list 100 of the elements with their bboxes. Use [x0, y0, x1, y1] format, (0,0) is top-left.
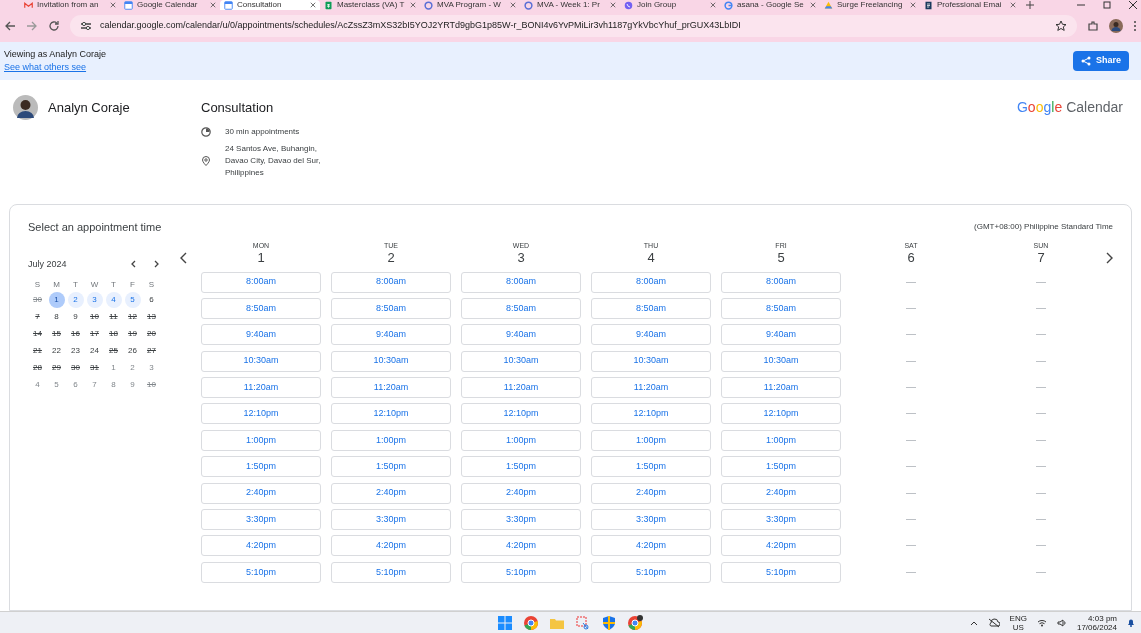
- calendar-day[interactable]: 10: [143, 377, 160, 393]
- time-slot-button[interactable]: 3:30pm: [331, 509, 451, 530]
- calendar-day[interactable]: 13: [143, 309, 160, 325]
- calendar-day[interactable]: 16: [67, 326, 84, 342]
- time-slot-button[interactable]: 5:10pm: [591, 561, 711, 583]
- time-slot-button[interactable]: 12:10pm: [331, 403, 451, 425]
- browser-tab[interactable]: Google Calendar: [120, 0, 220, 10]
- calendar-day[interactable]: 30: [67, 360, 84, 376]
- calendar-day[interactable]: 25: [105, 343, 122, 359]
- calendar-day[interactable]: 30: [29, 292, 46, 308]
- time-slot-button[interactable]: 4:20pm: [591, 535, 711, 557]
- browser-tab[interactable]: Professional Emai: [920, 0, 1020, 10]
- time-slot-button[interactable]: 1:50pm: [721, 456, 841, 478]
- time-slot-button[interactable]: 8:50am: [331, 297, 451, 319]
- calendar-day[interactable]: 8: [105, 377, 122, 393]
- time-slot-button[interactable]: 11:20am: [721, 377, 841, 399]
- calendar-day[interactable]: 3: [86, 292, 103, 308]
- time-slot-button[interactable]: 4:20pm: [461, 535, 581, 557]
- time-slot-button[interactable]: 1:50pm: [591, 456, 711, 478]
- time-slot-button[interactable]: 9:40am: [331, 324, 451, 346]
- calendar-day[interactable]: 2: [67, 292, 84, 308]
- time-slot-button[interactable]: 9:40am: [201, 324, 321, 346]
- calendar-day[interactable]: 14: [29, 326, 46, 342]
- time-slot-button[interactable]: 9:40am: [591, 324, 711, 346]
- time-slot-button[interactable]: 5:10pm: [461, 561, 581, 583]
- time-slot-button[interactable]: 8:00am: [591, 271, 711, 293]
- time-slot-button[interactable]: 10:30am: [331, 350, 451, 372]
- time-slot-button[interactable]: 8:00am: [461, 271, 581, 293]
- time-slot-button[interactable]: 8:50am: [201, 297, 321, 319]
- time-slot-button[interactable]: 8:00am: [721, 271, 841, 293]
- time-slot-button[interactable]: 1:00pm: [461, 429, 581, 451]
- calendar-day[interactable]: 21: [29, 343, 46, 359]
- time-slot-button[interactable]: 4:20pm: [721, 535, 841, 557]
- calendar-day[interactable]: 3: [143, 360, 160, 376]
- browser-tab[interactable]: asana - Google Se: [720, 0, 820, 10]
- calendar-day[interactable]: 7: [29, 309, 46, 325]
- see-others-link[interactable]: See what others see: [4, 61, 106, 74]
- calendar-day[interactable]: 20: [143, 326, 160, 342]
- time-slot-button[interactable]: 3:30pm: [591, 509, 711, 530]
- calendar-day[interactable]: 15: [48, 326, 65, 342]
- browser-tab[interactable]: Masterclass (VA) T: [320, 0, 420, 10]
- calendar-day[interactable]: 28: [29, 360, 46, 376]
- share-button[interactable]: Share: [1073, 51, 1129, 71]
- calendar-day[interactable]: 1: [48, 292, 65, 308]
- calendar-day[interactable]: 24: [86, 343, 103, 359]
- time-slot-button[interactable]: 8:00am: [201, 271, 321, 293]
- time-slot-button[interactable]: 12:10pm: [201, 403, 321, 425]
- time-slot-button[interactable]: 8:50am: [461, 297, 581, 319]
- time-slot-button[interactable]: 10:30am: [201, 350, 321, 372]
- browser-tab[interactable]: MVA - Week 1: Pr: [520, 0, 620, 10]
- time-slot-button[interactable]: 5:10pm: [331, 561, 451, 583]
- browser-tab[interactable]: Surge Freelancing: [820, 0, 920, 10]
- time-slot-button[interactable]: 3:30pm: [721, 509, 841, 530]
- time-slot-button[interactable]: 4:20pm: [201, 535, 321, 557]
- time-slot-button[interactable]: 4:20pm: [331, 535, 451, 557]
- clock[interactable]: 4:03 pm 17/06/2024: [1076, 613, 1117, 632]
- calendar-day[interactable]: 23: [67, 343, 84, 359]
- time-slot-button[interactable]: 1:00pm: [331, 429, 451, 451]
- calendar-day[interactable]: 4: [29, 377, 46, 393]
- time-slot-button[interactable]: 9:40am: [721, 324, 841, 346]
- time-slot-button[interactable]: 10:30am: [591, 350, 711, 372]
- calendar-day[interactable]: 12: [124, 309, 141, 325]
- browser-tab[interactable]: Join Group: [620, 0, 720, 10]
- calendar-day[interactable]: 5: [124, 292, 141, 308]
- calendar-day[interactable]: 17: [86, 326, 103, 342]
- time-slot-button[interactable]: 5:10pm: [721, 561, 841, 583]
- calendar-day[interactable]: 4: [105, 292, 122, 308]
- calendar-day[interactable]: 8: [48, 309, 65, 325]
- calendar-day[interactable]: 6: [67, 377, 84, 393]
- time-slot-button[interactable]: 1:00pm: [591, 429, 711, 451]
- calendar-day[interactable]: 31: [86, 360, 103, 376]
- time-slot-button[interactable]: 2:40pm: [201, 482, 321, 504]
- time-slot-button[interactable]: 11:20am: [461, 377, 581, 399]
- language-indicator[interactable]: ENG US: [1009, 613, 1027, 632]
- time-slot-button[interactable]: 5:10pm: [201, 561, 321, 583]
- time-slot-button[interactable]: 10:30am: [721, 350, 841, 372]
- calendar-day[interactable]: 2: [124, 360, 141, 376]
- calendar-day[interactable]: 22: [48, 343, 65, 359]
- time-slot-button[interactable]: 8:50am: [591, 297, 711, 319]
- address-bar[interactable]: calendar.google.com/calendar/u/0/appointments/schedules/AcZssZ3mXS32bI5YOJ2YRTd9gbG1p85W-r_BONI4v6YvPMiLir3vh1187gYkVbcYhuf_prGUX43LbIDI: [70, 15, 1077, 37]
- browser-tab[interactable]: Consultation: [220, 0, 320, 10]
- time-slot-button[interactable]: 12:10pm: [591, 403, 711, 425]
- browser-tab[interactable]: MVA Program - W: [420, 0, 520, 10]
- time-slot-button[interactable]: 10:30am: [461, 350, 581, 372]
- time-slot-button[interactable]: 11:20am: [591, 377, 711, 399]
- browser-tab[interactable]: Invitation from an: [20, 0, 120, 10]
- time-slot-button[interactable]: 1:50pm: [331, 456, 451, 478]
- time-slot-button[interactable]: 11:20am: [331, 377, 451, 399]
- time-slot-button[interactable]: 12:10pm: [721, 403, 841, 425]
- calendar-day[interactable]: 18: [105, 326, 122, 342]
- time-slot-button[interactable]: 9:40am: [461, 324, 581, 346]
- calendar-day[interactable]: 10: [86, 309, 103, 325]
- calendar-day[interactable]: 9: [124, 377, 141, 393]
- calendar-day[interactable]: 26: [124, 343, 141, 359]
- calendar-day[interactable]: 7: [86, 377, 103, 393]
- time-slot-button[interactable]: 1:00pm: [721, 429, 841, 451]
- time-slot-button[interactable]: 2:40pm: [461, 482, 581, 504]
- time-slot-button[interactable]: 2:40pm: [331, 482, 451, 504]
- time-slot-button[interactable]: 12:10pm: [461, 403, 581, 425]
- calendar-day[interactable]: 29: [48, 360, 65, 376]
